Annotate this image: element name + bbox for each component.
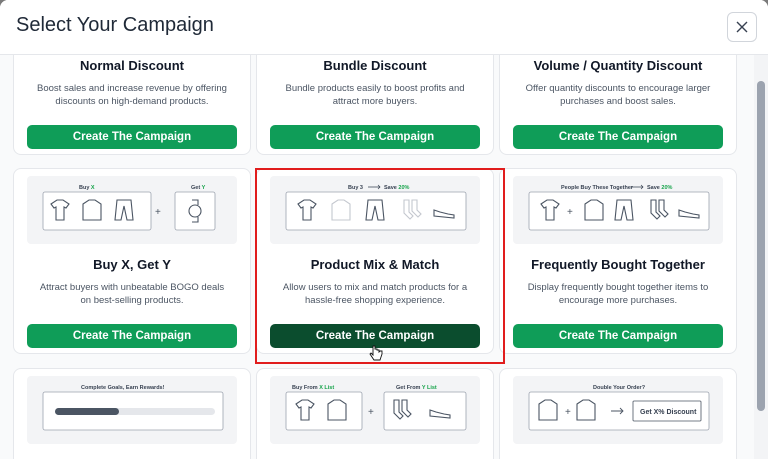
progress-fill xyxy=(55,408,119,415)
svg-text:People Buy These Together: People Buy These Together xyxy=(561,185,634,191)
illustration-lists: Buy From X List + Get From Y List xyxy=(270,376,480,444)
card-description: Offer quantity discounts to encourage la… xyxy=(525,83,711,107)
campaign-grid: Normal Discount Boost sales and increase… xyxy=(0,55,768,459)
card-bundle-discount: Bundle Discount Bundle products easily t… xyxy=(256,55,494,155)
card-goals-rewards: Complete Goals, Earn Rewards! xyxy=(13,368,251,459)
svg-text:Get From Y List: Get From Y List xyxy=(396,385,437,391)
card-description: Boost sales and increase revenue by offe… xyxy=(37,83,227,107)
card-title: Frequently Bought Together xyxy=(531,257,705,272)
card-description: Bundle products easily to boost profits … xyxy=(285,83,465,107)
illustration-fbt: People Buy These Together Save 20% + xyxy=(513,176,723,244)
svg-text:Save 20%: Save 20% xyxy=(647,185,673,191)
scrollbar-thumb[interactable] xyxy=(757,81,765,411)
create-campaign-button[interactable]: Create The Campaign xyxy=(270,125,480,149)
svg-text:+: + xyxy=(565,407,571,418)
card-frequently-bought-together: People Buy These Together Save 20% + Fre… xyxy=(499,168,737,354)
illustration-mix-match: Buy 3 Save 20% xyxy=(270,176,480,244)
create-campaign-button[interactable]: Create The Campaign xyxy=(27,324,237,348)
card-buy-x-get-y: Buy X + Get Y Buy X, Get Y Attract buyer… xyxy=(13,168,251,354)
svg-text:+: + xyxy=(368,407,374,418)
create-campaign-button[interactable]: Create The Campaign xyxy=(513,324,723,348)
svg-text:Get X% Discount: Get X% Discount xyxy=(640,409,697,416)
svg-text:+: + xyxy=(567,207,573,218)
svg-text:Buy From X List: Buy From X List xyxy=(292,385,334,391)
card-double-order: Double Your Order? + Get X% Discount xyxy=(499,368,737,459)
card-description: Allow users to mix and match products fo… xyxy=(282,282,468,306)
illustration-double-order: Double Your Order? + Get X% Discount xyxy=(513,376,723,444)
create-campaign-button[interactable]: Create The Campaign xyxy=(513,125,723,149)
card-product-mix-match: Buy 3 Save 20% Product Mix & Match Allow… xyxy=(256,168,494,354)
card-title: Volume / Quantity Discount xyxy=(533,58,703,73)
svg-text:Double Your Order?: Double Your Order? xyxy=(593,385,646,391)
scrollbar[interactable] xyxy=(754,55,768,459)
card-title: Normal Discount xyxy=(79,58,184,73)
svg-text:+: + xyxy=(155,207,161,218)
modal-header: Select Your Campaign xyxy=(0,0,768,55)
card-title: Buy X, Get Y xyxy=(93,257,171,272)
card-buy-from-lists: Buy From X List + Get From Y List xyxy=(256,368,494,459)
illustration-goals: Complete Goals, Earn Rewards! xyxy=(27,376,237,444)
modal-title: Select Your Campaign xyxy=(16,14,214,36)
card-description: Attract buyers with unbeatable BOGO deal… xyxy=(39,282,225,306)
hand-pointer-icon xyxy=(369,345,383,361)
card-description: Display frequently bought together items… xyxy=(527,282,709,306)
svg-text:Save 20%: Save 20% xyxy=(384,185,410,191)
card-normal-discount: Normal Discount Boost sales and increase… xyxy=(13,55,251,155)
svg-text:Get Y: Get Y xyxy=(191,185,206,191)
card-title: Product Mix & Match xyxy=(310,257,440,272)
illustration-buy-x-get-y: Buy X + Get Y xyxy=(27,176,237,244)
card-volume-discount: Volume / Quantity Discount Offer quantit… xyxy=(499,55,737,155)
svg-text:Complete Goals, Earn Rewards!: Complete Goals, Earn Rewards! xyxy=(81,385,165,391)
close-icon xyxy=(736,21,748,33)
card-title: Bundle Discount xyxy=(323,58,427,73)
campaign-modal: Select Your Campaign Normal Discount Boo… xyxy=(0,0,768,459)
svg-text:Buy X: Buy X xyxy=(79,185,95,191)
svg-text:Buy 3: Buy 3 xyxy=(348,185,363,191)
close-button[interactable] xyxy=(727,12,757,42)
create-campaign-button[interactable]: Create The Campaign xyxy=(27,125,237,149)
